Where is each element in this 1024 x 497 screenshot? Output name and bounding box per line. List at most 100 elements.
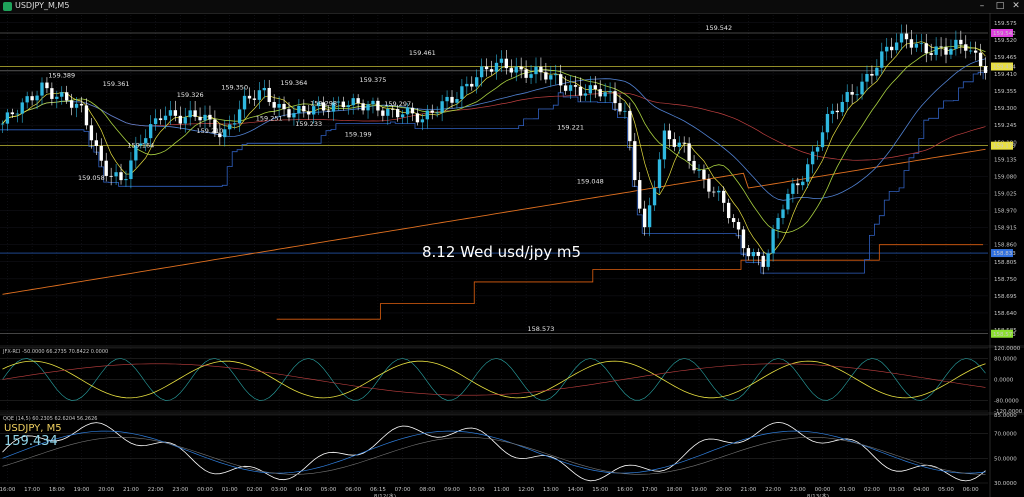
- candle-body: [257, 90, 262, 100]
- candle-body: [890, 46, 894, 51]
- candle-body: [415, 113, 420, 123]
- candle-body: [297, 105, 301, 114]
- current-price-label: 159.434: [4, 434, 58, 449]
- price-tag-label: 159.434: [993, 65, 1016, 71]
- candle-body: [618, 103, 622, 112]
- time-axis-label: 19:00: [74, 487, 90, 493]
- candle-body: [60, 92, 64, 97]
- chart-title: 8.12 Wed usd/jpy m5: [422, 243, 582, 261]
- candle-body: [598, 89, 602, 97]
- candle-body: [79, 103, 84, 106]
- candle-body: [519, 66, 523, 70]
- time-axis-label: 06:15: [370, 487, 386, 493]
- price-annotation: 159.251: [256, 114, 283, 122]
- candle-body: [746, 248, 751, 257]
- maximize-button[interactable]: □: [992, 0, 1008, 13]
- candle-body: [697, 169, 701, 171]
- candle-body: [722, 190, 726, 203]
- candle-body: [15, 113, 19, 115]
- minimize-button[interactable]: –: [974, 0, 990, 13]
- candle-body: [30, 96, 34, 101]
- candle-body: [440, 101, 444, 113]
- candle-body: [865, 73, 869, 82]
- candle-body: [973, 50, 978, 53]
- candle-body: [445, 96, 449, 102]
- candle-body: [573, 85, 578, 87]
- time-axis-label: 00:00: [815, 487, 831, 493]
- candle-body: [825, 113, 830, 133]
- time-axis-label: 16:00: [617, 487, 633, 493]
- candle-body: [208, 114, 212, 120]
- candle-body: [346, 105, 350, 108]
- candle-body: [667, 130, 672, 140]
- candle-body: [726, 202, 731, 219]
- time-axis-label: 18:00: [49, 487, 65, 493]
- candle-body: [702, 169, 706, 180]
- candle-body: [55, 96, 59, 99]
- candle-body: [929, 53, 933, 55]
- candle-body: [687, 143, 691, 161]
- candle-body: [662, 130, 667, 160]
- candle-body: [514, 66, 518, 73]
- candle-body: [35, 95, 39, 101]
- candle-body: [479, 66, 484, 78]
- price-axis-label: 158.640: [994, 311, 1017, 317]
- candle-body: [593, 85, 597, 90]
- candle-body: [435, 112, 439, 114]
- time-axis-label: 02:00: [246, 487, 262, 493]
- time-axis-label: 07:00: [395, 487, 411, 493]
- candle-body: [99, 145, 103, 161]
- time-axis-label: 06:00: [963, 487, 979, 493]
- time-axis-label: 03:00: [271, 487, 287, 493]
- candle-body: [786, 193, 790, 210]
- candle-body: [40, 82, 44, 96]
- qqe-line: [2, 421, 986, 482]
- price-axis-label: 159.025: [994, 191, 1017, 197]
- candle-body: [894, 42, 899, 51]
- price-annotation: 159.233: [295, 120, 322, 128]
- candle-body: [633, 141, 637, 181]
- time-axis-label: 22:00: [765, 487, 781, 493]
- price-annotation: 159.221: [557, 124, 584, 132]
- close-button[interactable]: ✕: [1008, 0, 1024, 13]
- candle-body: [830, 110, 835, 114]
- candle-body: [796, 183, 800, 186]
- time-axis-label: 03:00: [889, 487, 905, 493]
- candle-body: [554, 74, 558, 76]
- qqe-signal-line: [2, 430, 986, 474]
- time-axis-label: 17:00: [24, 487, 40, 493]
- candle-body: [341, 101, 345, 108]
- candle-body: [885, 46, 889, 52]
- price-annotation: 159.542: [705, 24, 732, 32]
- candle-body: [307, 111, 311, 115]
- time-axis-label: 15:00: [592, 487, 608, 493]
- candle-body: [603, 92, 607, 97]
- candle-body: [717, 190, 721, 193]
- candle-body: [198, 116, 202, 121]
- price-annotation: 159.326: [177, 91, 204, 99]
- candle-body: [124, 179, 128, 181]
- time-axis-label: 16:00: [0, 487, 16, 493]
- price-annotation: 159.361: [103, 80, 130, 88]
- time-axis-label: 23:00: [172, 487, 188, 493]
- candle-body: [400, 114, 405, 118]
- candle-body: [647, 205, 652, 228]
- candle-body: [287, 109, 291, 118]
- price-axis-label: 159.245: [994, 123, 1017, 129]
- candle-body: [549, 75, 553, 80]
- candle-body: [623, 110, 627, 112]
- time-axis-label: 06:00: [345, 487, 361, 493]
- candle-body: [282, 103, 286, 110]
- time-axis-label: 21:00: [740, 487, 756, 493]
- candle-body: [707, 179, 711, 192]
- candle-body: [410, 107, 415, 114]
- price-annotation: 159.389: [48, 71, 75, 79]
- candle-body: [845, 92, 849, 102]
- candle-body: [944, 47, 948, 55]
- indicator-axis-label: -80.0000: [994, 399, 1019, 405]
- candle-body: [781, 209, 785, 218]
- candle-body: [272, 102, 276, 108]
- candle-body: [875, 67, 879, 76]
- candle-body: [499, 58, 504, 63]
- time-axis-label: 02:00: [864, 487, 880, 493]
